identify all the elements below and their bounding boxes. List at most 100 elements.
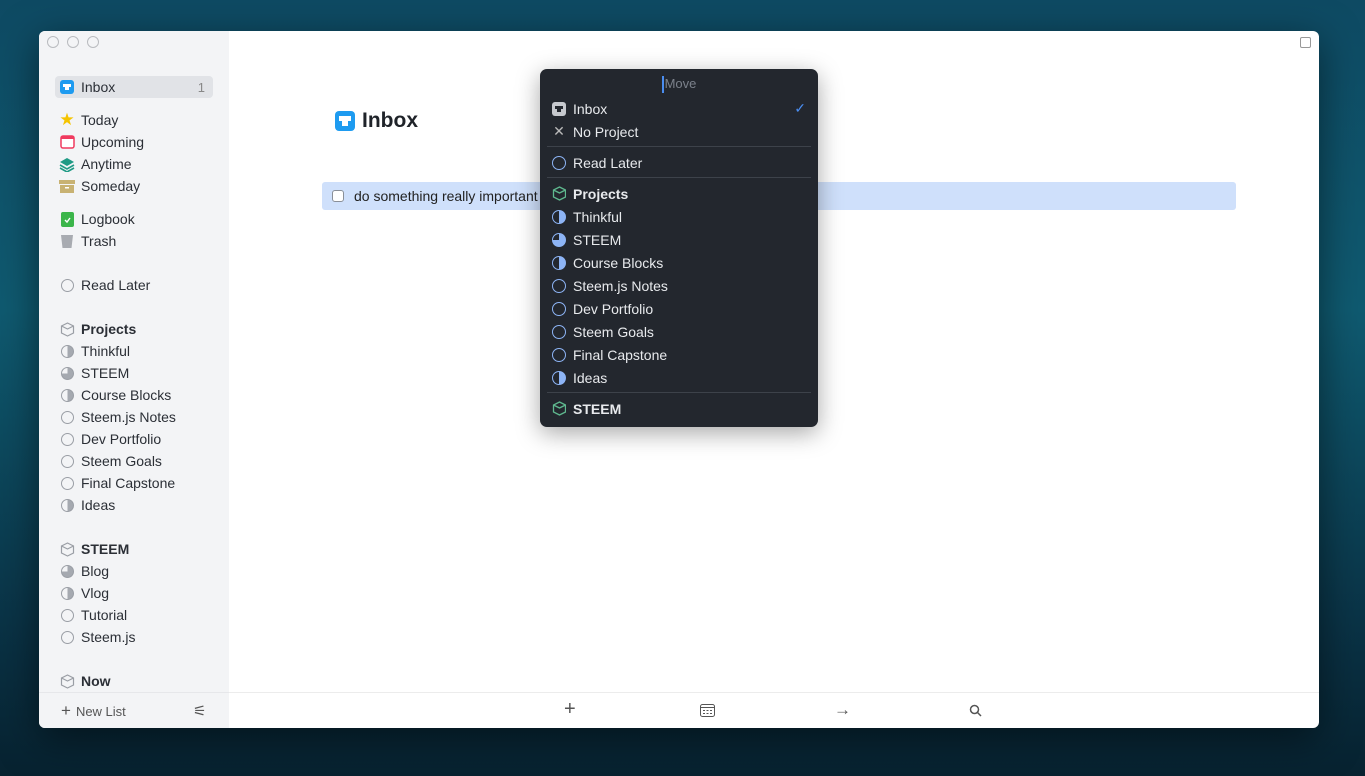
sidebar-footer: + New List ⚟ bbox=[39, 692, 229, 728]
label: Final Capstone bbox=[573, 346, 668, 363]
label: STEEM bbox=[81, 541, 130, 557]
sidebar-project-item[interactable]: Vlog bbox=[55, 582, 213, 604]
label: Course Blocks bbox=[573, 254, 664, 271]
move-option-item[interactable]: Ideas bbox=[540, 366, 818, 389]
move-option-item[interactable]: Steem.js Notes bbox=[540, 274, 818, 297]
label: Course Blocks bbox=[81, 387, 172, 403]
title-text: Inbox bbox=[362, 109, 418, 132]
move-option-item[interactable]: Steem Goals bbox=[540, 320, 818, 343]
sidebar-project-item[interactable]: Blog bbox=[55, 560, 213, 582]
sidebar-project-item[interactable]: Thinkful bbox=[55, 340, 213, 362]
label: No Project bbox=[573, 123, 639, 140]
placeholder: Move bbox=[664, 76, 697, 91]
cube-icon bbox=[59, 541, 75, 557]
new-list-button[interactable]: + New List bbox=[61, 701, 126, 721]
sidebar-project-item[interactable]: Steem Goals bbox=[55, 450, 213, 472]
label: Upcoming bbox=[81, 134, 145, 150]
sidebar-item-someday[interactable]: Someday bbox=[55, 175, 213, 197]
search-button[interactable] bbox=[969, 704, 982, 722]
fullscreen-icon[interactable] bbox=[1300, 37, 1311, 48]
minimize-button[interactable] bbox=[67, 36, 79, 48]
task-title[interactable]: do something really important bbox=[354, 188, 538, 204]
progress-pie-icon bbox=[60, 366, 74, 380]
sidebar-item-logbook[interactable]: Logbook bbox=[55, 208, 213, 230]
progress-pie-icon bbox=[552, 278, 566, 293]
star-icon: ★ bbox=[59, 110, 75, 129]
sidebar-item-trash[interactable]: Trash bbox=[55, 230, 213, 252]
label: Vlog bbox=[81, 585, 110, 601]
progress-pie-icon bbox=[60, 432, 74, 446]
label: Today bbox=[81, 112, 119, 128]
move-option-steem[interactable]: STEEM bbox=[540, 397, 818, 420]
label: Inbox bbox=[81, 79, 116, 95]
move-option-read-later[interactable]: Read Later bbox=[540, 151, 818, 174]
progress-pie-icon bbox=[552, 370, 566, 385]
sidebar-project-item[interactable]: Dev Portfolio bbox=[55, 428, 213, 450]
label: Trash bbox=[81, 233, 117, 249]
move-arrow-button[interactable]: → bbox=[834, 700, 851, 720]
label: STEEM bbox=[573, 231, 622, 248]
add-todo-button[interactable]: + bbox=[564, 698, 576, 721]
zoom-button[interactable] bbox=[87, 36, 99, 48]
label: Read Later bbox=[81, 277, 151, 293]
label: New List bbox=[75, 703, 126, 719]
sidebar-project-item[interactable]: Final Capstone bbox=[55, 472, 213, 494]
move-option-item[interactable]: STEEM bbox=[540, 228, 818, 251]
task-checkbox[interactable] bbox=[332, 190, 344, 202]
sidebar-item-upcoming[interactable]: Upcoming bbox=[55, 131, 213, 153]
toolbar: + → bbox=[229, 692, 1319, 728]
checkmark-icon: ✓ bbox=[794, 100, 806, 116]
move-option-item[interactable]: Course Blocks bbox=[540, 251, 818, 274]
label: Steem Goals bbox=[573, 323, 654, 340]
move-option-no-project[interactable]: ✕ No Project bbox=[540, 120, 818, 143]
label: Thinkful bbox=[81, 343, 131, 359]
sidebar-project-item[interactable]: Course Blocks bbox=[55, 384, 213, 406]
sidebar-project-item[interactable]: Steem.js Notes bbox=[55, 406, 213, 428]
move-search-input[interactable]: Move bbox=[540, 69, 818, 97]
progress-pie-icon bbox=[60, 476, 74, 490]
move-option-inbox[interactable]: Inbox ✓ bbox=[540, 97, 818, 120]
label: STEEM bbox=[81, 365, 130, 381]
circle-icon bbox=[60, 278, 74, 292]
label: Ideas bbox=[573, 369, 608, 386]
sidebar-item-inbox[interactable]: Inbox 1 bbox=[55, 76, 213, 98]
label: Projects bbox=[573, 185, 629, 202]
settings-sliders-icon[interactable]: ⚟ bbox=[193, 702, 206, 720]
label: Someday bbox=[81, 178, 141, 194]
sidebar-area-now[interactable]: Now bbox=[55, 670, 213, 692]
sidebar-project-item[interactable]: Tutorial bbox=[55, 604, 213, 626]
close-button[interactable] bbox=[47, 36, 59, 48]
move-option-item[interactable]: Dev Portfolio bbox=[540, 297, 818, 320]
progress-pie-icon bbox=[60, 388, 74, 402]
sidebar-item-anytime[interactable]: Anytime bbox=[55, 153, 213, 175]
label: Projects bbox=[81, 321, 137, 337]
sidebar-project-item[interactable]: Ideas bbox=[55, 494, 213, 516]
progress-pie-icon bbox=[552, 347, 566, 362]
sidebar-item-today[interactable]: ★ Today bbox=[55, 109, 213, 131]
layers-icon bbox=[59, 156, 75, 172]
sidebar-area-steem[interactable]: STEEM bbox=[55, 538, 213, 560]
move-option-item[interactable]: Final Capstone bbox=[540, 343, 818, 366]
move-option-projects[interactable]: Projects bbox=[540, 182, 818, 205]
label: Steem.js Notes bbox=[573, 277, 668, 294]
calendar-icon bbox=[59, 134, 75, 150]
sidebar-area-projects[interactable]: Projects bbox=[55, 318, 213, 340]
archive-box-icon bbox=[59, 178, 75, 194]
inbox-count: 1 bbox=[197, 79, 205, 95]
progress-pie-icon bbox=[60, 608, 74, 622]
calendar-button[interactable] bbox=[700, 704, 715, 722]
cube-icon bbox=[552, 401, 566, 416]
progress-pie-icon bbox=[552, 255, 566, 270]
progress-pie-icon bbox=[60, 564, 74, 578]
label: Steem Goals bbox=[81, 453, 162, 469]
progress-pie-icon bbox=[552, 301, 566, 316]
label: Anytime bbox=[81, 156, 132, 172]
sidebar-item-read-later[interactable]: Read Later bbox=[55, 274, 213, 296]
sidebar-project-item[interactable]: Steem.js bbox=[55, 626, 213, 648]
move-option-item[interactable]: Thinkful bbox=[540, 205, 818, 228]
progress-pie-icon bbox=[552, 209, 566, 224]
page-title: Inbox bbox=[334, 109, 418, 133]
sidebar-project-item[interactable]: STEEM bbox=[55, 362, 213, 384]
label: Thinkful bbox=[573, 208, 623, 225]
progress-pie-icon bbox=[552, 232, 566, 247]
